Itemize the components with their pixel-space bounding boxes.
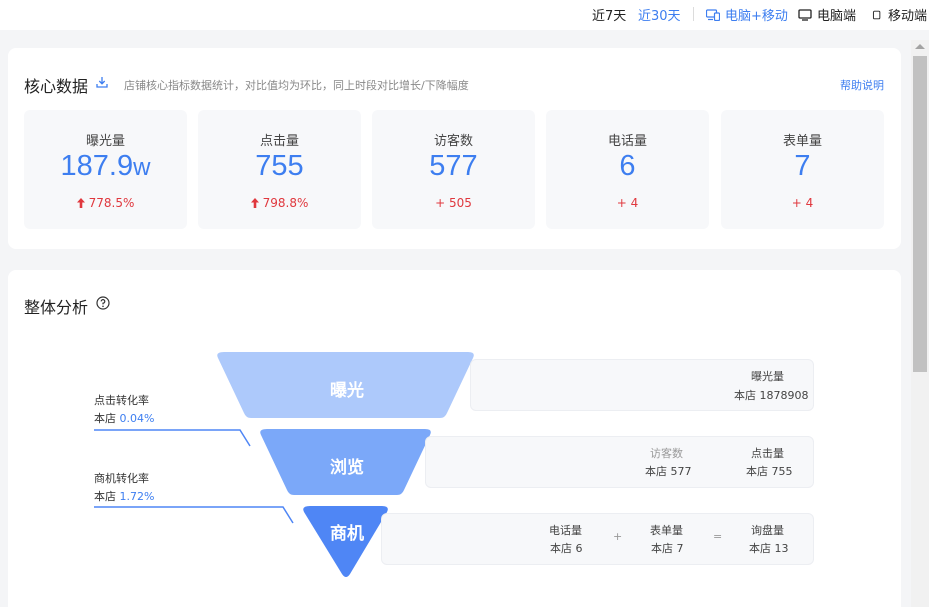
click-rate-title: 点击转化率 <box>94 394 149 407</box>
stage-label-exposure: 曝光 <box>330 381 364 401</box>
stage-label-browse: 浏览 <box>330 458 364 478</box>
lead-rate-connector <box>94 506 294 524</box>
stage-label-lead: 商机 <box>330 524 364 544</box>
exposure-value: 本店 1878908 <box>734 389 809 402</box>
calls-value: 本店 6 <box>550 542 583 555</box>
clicks-label: 点击量 <box>751 447 784 460</box>
lead-rate-value: 本店 1.72% <box>94 490 155 503</box>
calls-label: 电话量 <box>549 524 582 537</box>
visitors-label: 访客数 <box>650 447 683 460</box>
scrollbar-thumb[interactable] <box>913 56 927 372</box>
exposure-label: 曝光量 <box>751 370 784 383</box>
click-rate-connector <box>94 429 251 447</box>
forms-label: 表单量 <box>650 524 683 537</box>
lead-info-box <box>381 513 814 565</box>
exposure-info-box <box>470 359 814 411</box>
visitors-value: 本店 577 <box>645 465 692 478</box>
scroll-up-arrow-icon[interactable] <box>915 44 925 49</box>
lead-rate-title: 商机转化率 <box>94 472 149 485</box>
plus-operator: + <box>613 530 623 543</box>
equals-operator: = <box>713 530 723 543</box>
clicks-value: 本店 755 <box>746 465 793 478</box>
browse-info-box <box>425 436 814 488</box>
inquiries-value: 本店 13 <box>749 542 789 555</box>
click-rate-value: 本店 0.04% <box>94 412 155 425</box>
forms-value: 本店 7 <box>651 542 684 555</box>
inquiries-label: 询盘量 <box>751 524 784 537</box>
